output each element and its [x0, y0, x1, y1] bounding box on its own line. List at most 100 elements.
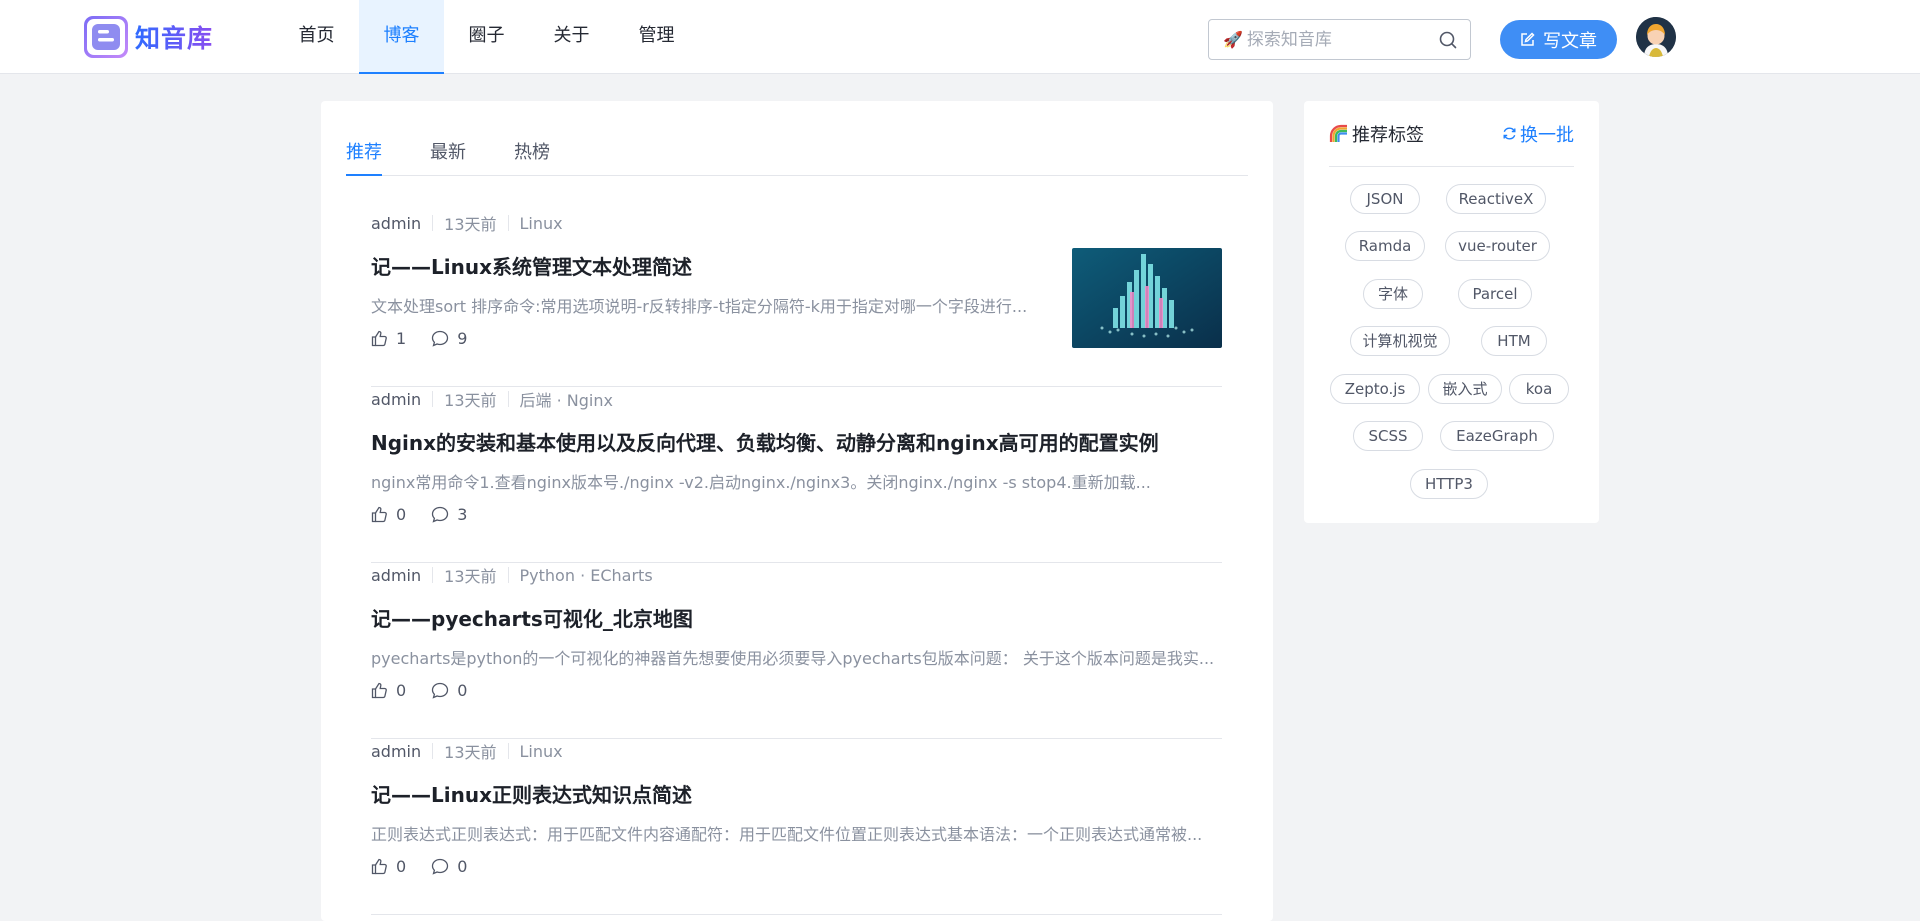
- article-author[interactable]: admin: [371, 566, 421, 585]
- tag-chip[interactable]: EazeGraph: [1440, 421, 1554, 451]
- meta-divider: [507, 743, 509, 759]
- logo-icon: [84, 16, 128, 58]
- recommended-tags-panel: 推荐标签 换一批 JSON ReactiveX Ramda vue-router…: [1304, 101, 1599, 523]
- search-input[interactable]: [1244, 28, 1438, 51]
- tag-chip[interactable]: Parcel: [1458, 279, 1532, 309]
- article-feed: 推荐 最新 热榜 admin 13天前 Linux 记——Linux系统管理文本…: [321, 101, 1273, 921]
- panel-title: 推荐标签: [1329, 121, 1424, 147]
- comment-button[interactable]: 0: [431, 681, 467, 700]
- tag-chip[interactable]: JSON: [1350, 184, 1420, 214]
- tag-chip[interactable]: 计算机视觉: [1350, 326, 1450, 356]
- nav-home[interactable]: 首页: [274, 0, 359, 74]
- article-stats: 0 3: [371, 505, 492, 524]
- comment-button[interactable]: 9: [431, 329, 467, 348]
- article-tags[interactable]: Python · ECharts: [520, 566, 653, 585]
- meta-divider: [432, 743, 434, 759]
- rainbow-icon: [1329, 124, 1349, 144]
- feed-tabs: 推荐 最新 热榜: [346, 101, 1248, 176]
- tag-chip[interactable]: Ramda: [1345, 231, 1425, 261]
- article-abstract[interactable]: 文本处理sort 排序命令:常用选项说明-r反转排序-t指定分隔符-k用于指定对…: [371, 293, 1041, 317]
- nav-blog[interactable]: 博客: [359, 0, 444, 74]
- article-item[interactable]: admin 13天前 Linux 记——Linux正则表达式知识点简述 正则表达…: [371, 739, 1222, 915]
- article-abstract[interactable]: pyecharts是python的一个可视化的神器首先想要使用必须要导入pyec…: [371, 645, 1222, 669]
- refresh-tags-button[interactable]: 换一批: [1502, 121, 1574, 147]
- article-meta: admin 13天前 Linux: [371, 739, 563, 763]
- edit-icon: [1520, 32, 1535, 47]
- article-tags[interactable]: Linux: [520, 742, 563, 761]
- meta-divider: [432, 391, 434, 407]
- article-time: 13天前: [444, 215, 497, 234]
- tag-chip[interactable]: ReactiveX: [1446, 184, 1546, 214]
- tag-chip[interactable]: koa: [1509, 374, 1569, 404]
- meta-divider: [432, 567, 434, 583]
- article-title[interactable]: 记——Linux正则表达式知识点简述: [371, 779, 692, 808]
- like-count: 0: [396, 857, 407, 876]
- article-stats: 0 0: [371, 857, 492, 876]
- article-time: 13天前: [444, 743, 497, 762]
- article-author[interactable]: admin: [371, 742, 421, 761]
- comment-button[interactable]: 3: [431, 505, 467, 524]
- comment-count: 9: [457, 329, 468, 348]
- site-logo[interactable]: 知音库: [84, 16, 213, 58]
- article-author[interactable]: admin: [371, 390, 421, 409]
- article-abstract[interactable]: nginx常用命令1.查看nginx版本号./nginx -v2.启动nginx…: [371, 469, 1222, 493]
- tag-chip[interactable]: vue-router: [1445, 231, 1550, 261]
- panel-header: 推荐标签 换一批: [1329, 101, 1574, 167]
- article-title[interactable]: 记——Linux系统管理文本处理简述: [371, 251, 692, 280]
- meta-divider: [432, 215, 434, 231]
- tab-recommended[interactable]: 推荐: [346, 133, 382, 176]
- article-meta: admin 13天前 后端 · Nginx: [371, 387, 613, 411]
- tag-chip[interactable]: 字体: [1363, 279, 1423, 309]
- article-time: 13天前: [444, 567, 497, 586]
- nav-about[interactable]: 关于: [529, 0, 614, 74]
- comment-icon: [432, 330, 449, 347]
- article-tags[interactable]: 后端 · Nginx: [520, 387, 613, 411]
- tag-chip[interactable]: HTM: [1481, 326, 1547, 356]
- logo-text: 知音库: [135, 19, 213, 55]
- thumbs-up-icon: [371, 858, 387, 875]
- tab-latest[interactable]: 最新: [430, 133, 466, 175]
- comment-button[interactable]: 0: [431, 857, 467, 876]
- like-button[interactable]: 1: [371, 329, 406, 348]
- comment-count: 3: [457, 505, 468, 524]
- search-box: 🚀: [1208, 19, 1471, 60]
- article-title[interactable]: 记——pyecharts可视化_北京地图: [371, 603, 693, 632]
- article-item[interactable]: admin 13天前 Linux 记——Linux系统管理文本处理简述 文本处理…: [371, 211, 1222, 387]
- tab-hot[interactable]: 热榜: [514, 133, 550, 175]
- user-avatar[interactable]: [1636, 17, 1676, 57]
- thumbs-up-icon: [371, 682, 387, 699]
- article-meta: admin 13天前 Linux: [371, 211, 563, 235]
- like-button[interactable]: 0: [371, 857, 406, 876]
- comment-icon: [432, 682, 449, 699]
- like-button[interactable]: 0: [371, 681, 406, 700]
- article-thumbnail[interactable]: [1072, 248, 1222, 348]
- article-tags[interactable]: Linux: [520, 214, 563, 233]
- top-navigation-bar: 知音库 首页 博客 圈子 关于 管理 🚀 写文章: [0, 0, 1920, 74]
- like-count: 0: [396, 505, 407, 524]
- article-item[interactable]: admin 13天前 后端 · Nginx Nginx的安装和基本使用以及反向代…: [371, 387, 1222, 563]
- article-meta: admin 13天前 Python · ECharts: [371, 563, 653, 587]
- comment-count: 0: [457, 681, 468, 700]
- tag-chip[interactable]: Zepto.js: [1330, 374, 1420, 404]
- nav-admin[interactable]: 管理: [614, 0, 699, 74]
- nav-circle[interactable]: 圈子: [444, 0, 529, 74]
- search-icon[interactable]: [1438, 30, 1458, 50]
- comment-count: 0: [457, 857, 468, 876]
- article-stats: 1 9: [371, 329, 492, 348]
- article-item[interactable]: admin 13天前 Python · ECharts 记——pyecharts…: [371, 563, 1222, 739]
- article-title[interactable]: Nginx的安装和基本使用以及反向代理、负载均衡、动静分离和nginx高可用的配…: [371, 427, 1159, 456]
- article-author[interactable]: admin: [371, 214, 421, 233]
- refresh-label: 换一批: [1520, 124, 1574, 146]
- tag-chip[interactable]: 嵌入式: [1428, 374, 1502, 404]
- article-abstract[interactable]: 正则表达式正则表达式：用于匹配文件内容通配符：用于匹配文件位置正则表达式基本语法…: [371, 821, 1222, 845]
- write-article-label: 写文章: [1543, 30, 1597, 52]
- meta-divider: [507, 215, 509, 231]
- write-article-button[interactable]: 写文章: [1500, 20, 1617, 59]
- refresh-icon: [1503, 127, 1516, 140]
- tag-chip[interactable]: SCSS: [1353, 421, 1423, 451]
- rocket-icon: 🚀: [1223, 30, 1243, 49]
- tag-chip[interactable]: HTTP3: [1410, 469, 1488, 499]
- article-time: 13天前: [444, 391, 497, 410]
- like-button[interactable]: 0: [371, 505, 406, 524]
- comment-icon: [432, 858, 449, 875]
